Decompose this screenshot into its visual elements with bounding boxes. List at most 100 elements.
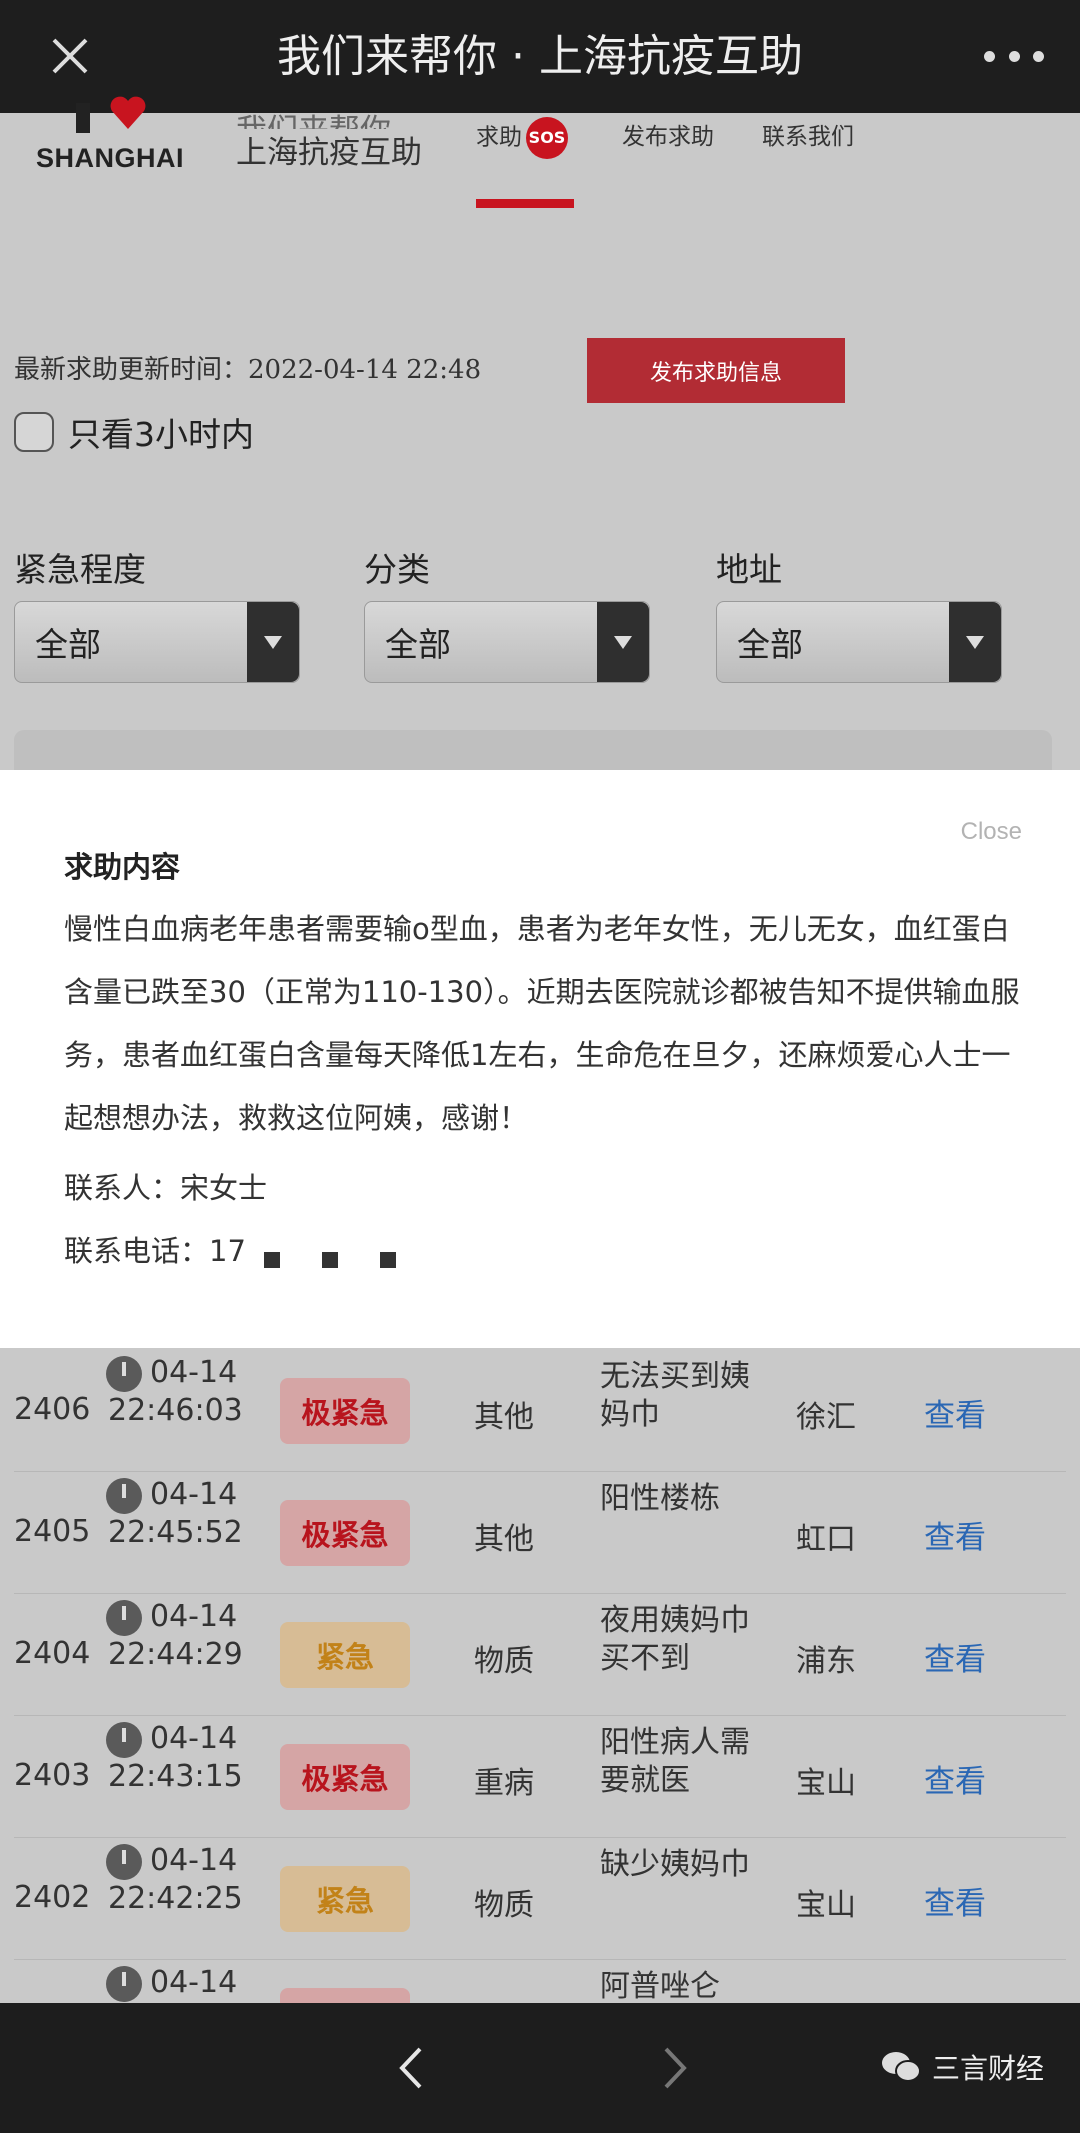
modal-close-button[interactable]: Close [961, 818, 1022, 846]
request-time: 04-14 22:46:03 [108, 1354, 243, 1430]
table-row: 2406 04-14 22:46:03 极紧急 其他 无法买到姨妈巾 徐汇 查看 [14, 1350, 1066, 1472]
contact-info: 联系人：宋女士 联系电话： 17 [64, 1157, 396, 1283]
bottom-bar: 三言财经 [0, 2003, 1080, 2133]
post-help-button[interactable]: 发布求助信息 [587, 338, 845, 403]
watermark: 三言财经 [880, 2047, 1044, 2087]
filter-address-value: 全部 [737, 625, 803, 664]
request-summary: 阳性病人需要就医 [600, 1725, 750, 1798]
update-time-label: 最新求助更新时间： [14, 355, 249, 385]
urgency-badge: 极紧急 [280, 1744, 410, 1810]
table-row: 2402 04-14 22:42:25 紧急 物质 缺少姨妈巾宝山 查看 [14, 1838, 1066, 1960]
wechat-icon [881, 2052, 921, 2082]
request-id: 2404 [14, 1636, 91, 1671]
request-time: 04-14 22:43:15 [108, 1720, 243, 1796]
request-summary: 夜用姨妈巾买不到 [600, 1603, 750, 1676]
contact-person: 联系人：宋女士 [64, 1157, 396, 1220]
request-area: 徐汇 [796, 1400, 856, 1435]
only-3h-checkbox[interactable] [14, 412, 54, 452]
view-link[interactable]: 查看 [924, 1756, 986, 1801]
request-category: 物质 [474, 1888, 534, 1923]
request-date: 04-14 [150, 1355, 238, 1390]
request-clock-time: 22:42:25 [108, 1881, 243, 1916]
nav-contact-us[interactable]: 联系我们 [762, 113, 854, 208]
contact-person-label: 联系人： [64, 1171, 181, 1205]
request-id: 2402 [14, 1880, 91, 1915]
chevron-down-icon [247, 602, 299, 682]
close-icon[interactable] [40, 26, 100, 86]
urgency-badge: 极紧急 [280, 1500, 410, 1566]
request-summary: 无法买到姨妈巾 [600, 1359, 750, 1432]
filter-urgency-label: 紧急程度 [14, 550, 146, 589]
window-title: 我们来帮你 · 上海抗疫互助 [277, 31, 803, 82]
top-bar: 我们来帮你 · 上海抗疫互助 [0, 0, 1080, 113]
only-3h-label: 只看3小时内 [68, 415, 254, 454]
request-time: 04-14 22:42:25 [108, 1842, 243, 1918]
request-clock-time: 22:46:03 [108, 1393, 243, 1428]
filter-category-value: 全部 [385, 625, 451, 664]
filter-urgency-select[interactable]: 全部 [14, 601, 300, 683]
request-area: 宝山 [796, 1888, 856, 1923]
sos-badge: SOS [526, 117, 568, 159]
more-icon[interactable] [984, 38, 1044, 74]
chevron-right-icon[interactable] [654, 2043, 694, 2093]
logo-text: SHANGHAI [36, 143, 185, 173]
request-id: 2405 [14, 1514, 91, 1549]
watermark-text: 三言财经 [931, 2052, 1044, 2085]
filter-urgency: 紧急程度 全部 [14, 543, 300, 683]
update-time-value: 2022-04-14 22:48 [248, 355, 482, 385]
request-date: 04-14 [150, 1965, 238, 2000]
only-3h-filter[interactable]: 只看3小时内 [14, 408, 254, 456]
view-link[interactable]: 查看 [924, 1878, 986, 1923]
table-row: 2405 04-14 22:45:52 极紧急 其他 阳性楼栋 虹口 查看 [14, 1472, 1066, 1594]
filter-category-select[interactable]: 全部 [364, 601, 650, 683]
filter-address-label: 地址 [716, 550, 782, 589]
help-detail-modal: Close 求助内容 慢性白血病老年患者需要输o型血，患者为老年女性，无儿无女，… [0, 770, 1080, 1348]
shanghai-logo[interactable]: SHANGHAI [36, 96, 196, 173]
redaction-mark [379, 1251, 396, 1268]
filter-urgency-value: 全部 [35, 625, 101, 664]
table-row: 2403 04-14 22:43:15 极紧急 重病 阳性病人需要就医 宝山 查看 [14, 1716, 1066, 1838]
heart-icon [110, 96, 146, 129]
filter-category: 分类 全部 [364, 543, 650, 683]
nav-post-help[interactable]: 发布求助 [622, 113, 714, 208]
view-link[interactable]: 查看 [924, 1390, 986, 1435]
nav-help[interactable]: 求助 SOS [476, 113, 574, 208]
modal-content: 慢性白血病老年患者需要输o型血，患者为老年女性，无儿无女，血红蛋白含量已跌至30… [64, 912, 1020, 1135]
urgency-badge: 紧急 [280, 1866, 410, 1932]
main-nav: 求助 SOS 发布求助 联系我们 [476, 113, 902, 213]
view-link[interactable]: 查看 [924, 1512, 986, 1557]
chevron-left-icon[interactable] [392, 2043, 432, 2093]
request-clock-time: 22:45:52 [108, 1515, 243, 1550]
site-name: 我们来帮你 上海抗疫互助 [236, 107, 422, 177]
view-link[interactable]: 查看 [924, 1634, 986, 1679]
modal-title: 求助内容 [64, 850, 181, 884]
request-category: 其他 [474, 1400, 534, 1435]
request-clock-time: 22:44:29 [108, 1637, 243, 1672]
urgency-badge: 紧急 [280, 1622, 410, 1688]
filter-address-select[interactable]: 全部 [716, 601, 1002, 683]
request-summary: 缺少姨妈巾 [600, 1847, 750, 1882]
request-id: 2406 [14, 1392, 91, 1427]
request-category: 其他 [474, 1522, 534, 1557]
request-area: 宝山 [796, 1766, 856, 1801]
filter-address: 地址 全部 [716, 543, 1002, 683]
redaction-mark [263, 1251, 280, 1268]
request-summary: 阿普唑仑 [600, 1969, 720, 2004]
contact-phone-label: 联系电话： [64, 1234, 210, 1268]
request-id: 2403 [14, 1758, 91, 1793]
request-clock-time: 22:43:15 [108, 1759, 243, 1794]
request-date: 04-14 [150, 1721, 238, 1756]
request-area: 虹口 [796, 1522, 856, 1557]
nav-help-label: 求助 [476, 124, 522, 151]
filter-category-label: 分类 [364, 550, 430, 589]
site-name-main: 上海抗疫互助 [236, 135, 422, 171]
request-date: 04-14 [150, 1599, 238, 1634]
request-summary: 阳性楼栋 [600, 1481, 720, 1516]
site-header: SHANGHAI 我们来帮你 上海抗疫互助 求助SOS 发布求助 联系我们 [0, 96, 1080, 213]
help-request-list: 2406 04-14 22:46:03 极紧急 其他 无法买到姨妈巾 徐汇 查看 2405 04-… [14, 1350, 1066, 2082]
chevron-down-icon [949, 602, 1001, 682]
request-date: 04-14 [150, 1843, 238, 1878]
contact-phone: 联系电话： 17 [64, 1220, 396, 1283]
chevron-down-icon [597, 602, 649, 682]
contact-phone-value: 17 [209, 1234, 246, 1268]
